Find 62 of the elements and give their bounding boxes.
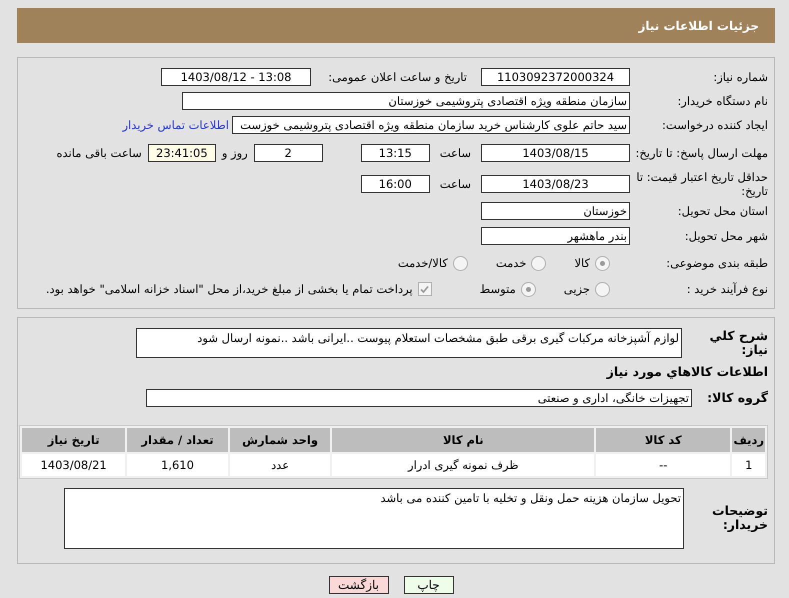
field-label: تاریخ و ساعت اعلان عمومی: [327, 70, 468, 84]
field-label: نوع فرآیند خرید : [686, 282, 768, 296]
column-header: واحد شمارش [230, 428, 330, 452]
days-field: 2 [254, 144, 323, 162]
time-field: 16:00 [360, 175, 430, 193]
radio-button[interactable] [595, 256, 610, 270]
column-header: کد کالا [596, 428, 730, 452]
section-heading: اطلاعات كالاهاي مورد نياز [605, 364, 768, 379]
radio-button[interactable] [452, 256, 468, 270]
announce-date-field: 1403/08/12 - 13:08 [161, 68, 311, 86]
requester-field: سید حاتم علوی کارشناس خرید سازمان منطقه ویژه اقتصادی پتروشیمی خوزست [232, 116, 630, 134]
table-cell: 1403/08/21 [22, 454, 126, 476]
print-button[interactable]: چاپ [404, 576, 454, 594]
buyer-org-field: سازمان منطقه ویژه اقتصادی پتروشیمی خوزستان [182, 92, 630, 110]
buyer-notes-field: تحویل سازمان هزینه حمل ونقل و تخلیه با تامین کننده می باشد [64, 488, 684, 548]
back-button[interactable]: بازگشت [328, 576, 388, 594]
radio-button[interactable] [520, 282, 536, 296]
column-header: ردیف [732, 428, 765, 452]
check-icon [420, 284, 430, 294]
radio-label: متوسط [480, 282, 516, 296]
radio-button[interactable] [531, 256, 546, 270]
field-label: شهر محل تحویل: [684, 229, 768, 243]
radio-label: کالا [574, 256, 590, 270]
field-label: استان محل تحویل: [676, 204, 768, 218]
field-label: مهلت ارسال پاسخ: تا تاریخ: [634, 146, 768, 160]
field-label: شماره نیاز: [712, 70, 768, 84]
column-header: تاریخ نیاز [22, 428, 126, 452]
remaining-time-field: 23:41:05 [148, 144, 216, 162]
radio-button[interactable] [595, 282, 610, 296]
checkbox-label: پرداخت تمام یا بخشی از مبلغ خرید،از محل "اسناد خزانه اسلامی" خواهد بود. [46, 282, 413, 296]
radio-label: کالا/خدمت [398, 256, 448, 270]
time-field: 13:15 [360, 144, 430, 162]
need-number-field: 1103092372000324 [481, 68, 630, 86]
page-title: جزئیات اطلاعات نیاز [638, 18, 759, 32]
field-label: ایجاد کننده درخواست: [661, 118, 768, 132]
field-label: نام دستگاه خریدار: [676, 94, 768, 108]
column-header: نام کالا [332, 428, 594, 452]
field-label: ساعت باقی مانده [56, 146, 142, 160]
city-field: بندر ماهشهر [481, 227, 630, 245]
field-label: حداقل تاریخ اعتبار قیمت: تا تاریخ: [635, 170, 768, 198]
table-cell: 1 [732, 454, 765, 476]
checkbox[interactable] [418, 282, 432, 296]
goods-group-field: تجهیزات خانگی، اداری و صنعتی [146, 389, 692, 407]
table-cell: ظرف نمونه گیری ادرار [332, 454, 594, 476]
field-label: گروه کالا: [706, 391, 768, 405]
description-field: لوازم آشپزخانه مرکبات گیری برقی طبق مشخصات استعلام پیوست ..ایرانی باشد ..نمونه ارسال شود [136, 328, 682, 358]
buyer-contact-link[interactable]: اطلاعات تماس خریدار [122, 118, 229, 132]
field-label: توضیحات خریدار: [711, 504, 768, 532]
column-header: تعداد / مقدار [127, 428, 228, 452]
province-field: خوزستان [481, 202, 630, 220]
date-field: 1403/08/23 [481, 175, 630, 193]
radio-label: خدمت [496, 256, 526, 270]
table-cell: -- [596, 454, 730, 476]
field-label: ساعت [440, 146, 471, 160]
date-field: 1403/08/15 [481, 144, 630, 162]
field-label: روز و [222, 146, 248, 160]
table-cell: عدد [230, 454, 330, 476]
field-label: شرح كلي نياز: [708, 329, 768, 357]
radio-label: جزیی [564, 282, 590, 296]
field-label: ساعت [440, 177, 471, 191]
table-cell: 1,610 [127, 454, 228, 476]
field-label: طبقه بندی موضوعی: [665, 256, 768, 270]
